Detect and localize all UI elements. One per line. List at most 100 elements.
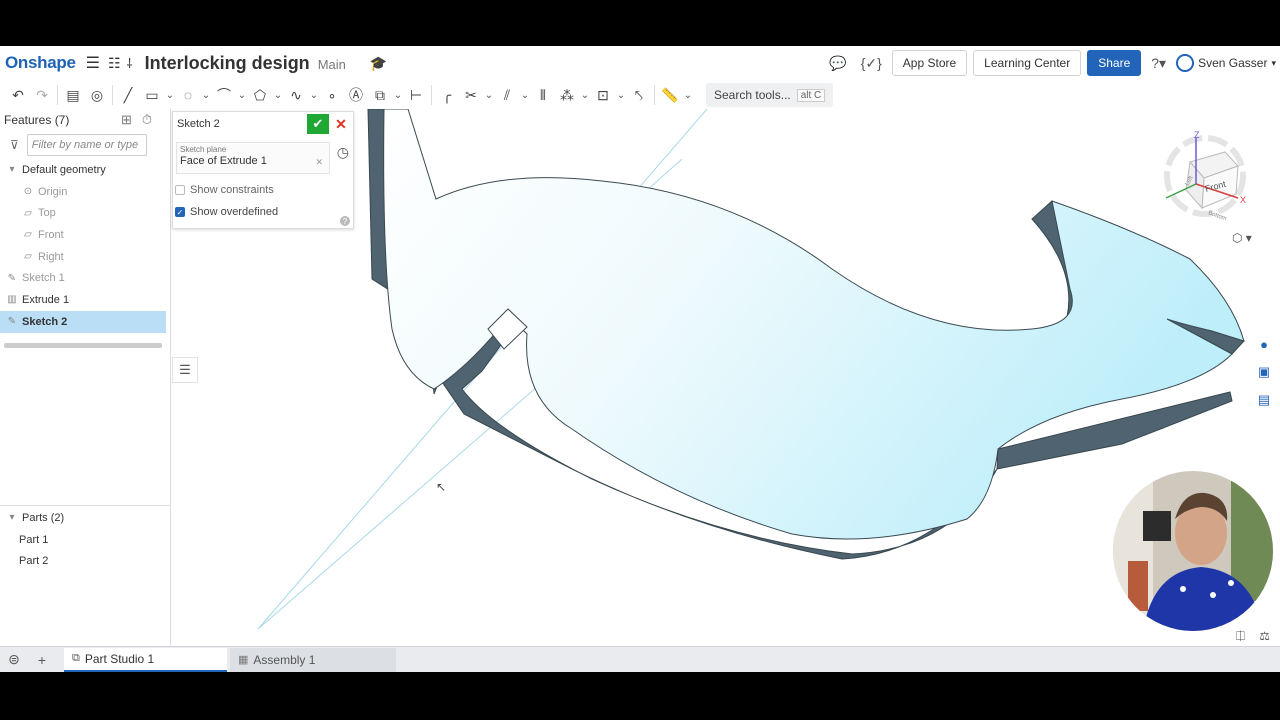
chevron-down-icon[interactable]: ⌄ — [579, 83, 591, 107]
share-button[interactable]: Share — [1087, 50, 1142, 76]
spline-icon[interactable]: ∿ — [284, 83, 308, 107]
tab-assembly-1[interactable]: ▦ Assembly 1 — [230, 647, 396, 672]
bom-icon[interactable]: ▤ — [1254, 390, 1274, 410]
tree-item-sketch-2[interactable]: ✎ Sketch 2 — [0, 310, 166, 333]
chevron-down-icon[interactable]: ⌄ — [615, 83, 627, 107]
show-constraints-row[interactable]: Show constraints — [175, 182, 274, 198]
undo-icon[interactable]: ↶ — [6, 83, 30, 107]
filter-input[interactable]: Filter by name or type — [26, 134, 147, 156]
filter-icon[interactable]: ⊽ — [10, 138, 19, 152]
part-item[interactable]: Part 1 — [0, 529, 171, 551]
construction-icon[interactable]: ⧉ — [368, 83, 392, 107]
circle-icon[interactable]: ◌ — [176, 83, 200, 107]
chevron-down-icon[interactable]: ⌄ — [682, 83, 694, 107]
list-toggle-icon[interactable]: ☰ — [172, 357, 198, 383]
chevron-down-icon[interactable]: ⌄ — [272, 83, 284, 107]
help-icon[interactable]: ?▾ — [1147, 55, 1170, 72]
sketch-icon: ✎ — [7, 316, 17, 328]
help-icon[interactable]: ? — [340, 216, 350, 226]
mirror-icon[interactable]: ⫴ — [531, 83, 555, 107]
part-studio-icon: ⧉ — [72, 652, 80, 664]
tree-item-label: Extrude 1 — [22, 293, 70, 306]
cancel-close-icon[interactable]: ✕ — [333, 114, 349, 134]
tree-item-extrude-1[interactable]: ▥ Extrude 1 — [0, 289, 170, 311]
graduation-cap-icon[interactable]: 🎓 — [370, 55, 387, 72]
view-options-icon[interactable]: ⬡ ▾ — [1232, 231, 1252, 245]
paste-icon[interactable]: ▤ — [61, 83, 85, 107]
chevron-down-icon[interactable]: ▾ — [6, 512, 18, 523]
tree-item-right[interactable]: ▱ Right — [0, 246, 170, 268]
user-menu[interactable]: Sven Gasser ▾ — [1176, 54, 1276, 72]
pattern-icon[interactable]: ⁂ — [555, 83, 579, 107]
view-normal-icon[interactable]: ◷ — [337, 144, 349, 161]
chevron-down-icon[interactable]: ▾ — [6, 164, 18, 175]
parts-title: Parts (2) — [22, 511, 65, 524]
fillet-icon[interactable]: ╭ — [435, 83, 459, 107]
chevron-down-icon[interactable]: ⌄ — [236, 83, 248, 107]
onshape-logo[interactable]: Onshape — [5, 53, 76, 73]
point-icon[interactable]: ∘ — [320, 83, 344, 107]
mass-properties-icon[interactable]: ⚖ — [1259, 629, 1270, 644]
polygon-icon[interactable]: ⬠ — [248, 83, 272, 107]
appearance-icon[interactable]: ● — [1254, 334, 1274, 354]
sketch-icon: ✎ — [7, 272, 17, 284]
search-tools-button[interactable]: Search tools... alt C — [706, 83, 834, 107]
line-icon[interactable]: ╱ — [116, 83, 140, 107]
add-version-icon[interactable]: ⸸ — [127, 54, 133, 72]
redo-icon[interactable]: ↷ — [30, 83, 54, 107]
avatar — [1176, 54, 1195, 72]
trim-icon[interactable]: ✂ — [459, 83, 483, 107]
menu-icon[interactable]: ☰ — [86, 53, 100, 73]
horizontal-scrollbar[interactable] — [4, 342, 162, 348]
featurescript-icon[interactable]: {✓} — [857, 55, 886, 72]
chevron-down-icon[interactable]: ⌄ — [200, 83, 212, 107]
tree-item-default-geometry[interactable]: ▾ Default geometry — [0, 159, 170, 181]
tab-label: Part Studio 1 — [84, 651, 155, 666]
clear-selection-icon[interactable]: ✕ — [315, 157, 323, 168]
view-cube[interactable]: Z X Front Left Bottom — [1150, 128, 1250, 228]
tab-manager-icon[interactable]: ⊜ — [0, 647, 28, 673]
app-store-button[interactable]: App Store — [891, 50, 968, 76]
drawing-icon[interactable]: ⎅ — [1236, 629, 1246, 644]
part-item[interactable]: Part 2 — [0, 550, 171, 572]
sketch-plane-field[interactable]: Sketch plane Face of Extrude 1 ✕ — [176, 142, 330, 174]
tree-item-sketch-1[interactable]: ✎ Sketch 1 — [0, 267, 170, 289]
show-constraints-checkbox[interactable] — [175, 185, 185, 195]
tasks-icon[interactable]: ☷ — [108, 55, 121, 72]
transform-icon[interactable]: ⤣ — [627, 83, 651, 107]
tree-item-origin[interactable]: ⊙ Origin — [0, 181, 170, 203]
rollback-timer-icon[interactable]: ⏱ — [142, 112, 152, 128]
sketch-plane-value: Face of Extrude 1 — [180, 155, 267, 167]
tree-item-front[interactable]: ▱ Front — [0, 224, 170, 246]
add-tab-icon[interactable]: + — [28, 647, 56, 673]
chevron-down-icon[interactable]: ⌄ — [392, 83, 404, 107]
show-overdefined-checkbox[interactable]: ✓ — [175, 207, 185, 217]
dimension-icon[interactable]: ⊢ — [404, 83, 428, 107]
feature-toolbar: ↶ ↷ ▤ ◎ ╱ ▭ ⌄ ◌ ⌄ ⌒ ⌄ ⬠ ⌄ ∿ ⌄ ∘ Ⓐ ⧉ ⌄ ⊢ … — [0, 81, 1280, 109]
arc-icon[interactable]: ⌒ — [212, 83, 236, 107]
comment-icon[interactable]: 💬 — [825, 55, 850, 72]
insert-dxf-icon[interactable]: ⊡ — [591, 83, 615, 107]
configurations-icon[interactable]: ▣ — [1254, 362, 1274, 382]
tree-item-top[interactable]: ▱ Top — [0, 202, 170, 224]
learning-center-button[interactable]: Learning Center — [973, 50, 1082, 76]
show-overdefined-row[interactable]: ✓ Show overdefined — [175, 204, 278, 220]
parts-header[interactable]: ▾ Parts (2) — [0, 507, 171, 529]
tree-item-label: Front — [38, 228, 64, 241]
chevron-down-icon[interactable]: ⌄ — [519, 83, 531, 107]
document-title[interactable]: Interlocking design — [145, 53, 310, 74]
tree-item-label: Right — [38, 250, 64, 263]
rectangle-icon[interactable]: ▭ — [140, 83, 164, 107]
tab-part-studio-1[interactable]: ⧉ Part Studio 1 — [64, 647, 227, 672]
add-folder-icon[interactable]: ⊞ — [121, 112, 132, 128]
chevron-down-icon[interactable]: ⌄ — [308, 83, 320, 107]
part-label: Part 1 — [19, 533, 49, 546]
chevron-down-icon[interactable]: ⌄ — [483, 83, 495, 107]
branch-name[interactable]: Main — [318, 57, 346, 72]
accept-checkmark-icon[interactable]: ✔ — [307, 114, 329, 134]
sketch-icon[interactable]: ◎ — [85, 83, 109, 107]
offset-icon[interactable]: ⫽ — [495, 83, 519, 107]
chevron-down-icon[interactable]: ⌄ — [164, 83, 176, 107]
measure-icon[interactable]: 📏 — [658, 83, 682, 107]
text-icon[interactable]: Ⓐ — [344, 83, 368, 107]
